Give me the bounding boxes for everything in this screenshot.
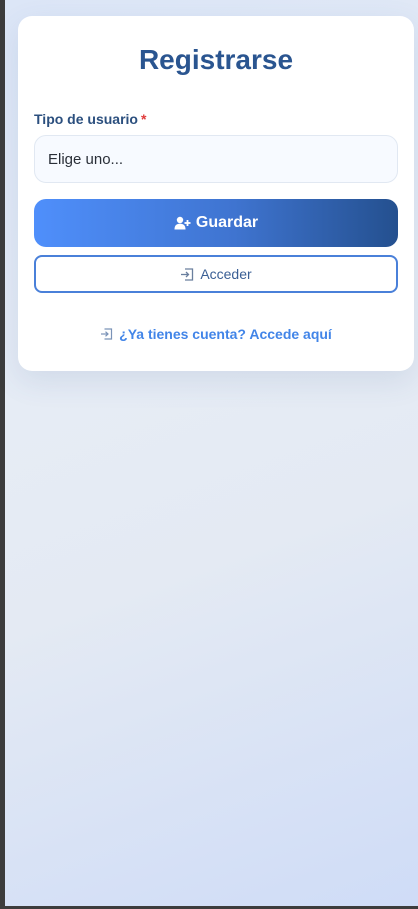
- register-card: Registrarse Tipo de usuario * Elige uno..…: [18, 16, 414, 371]
- save-button-label: Guardar: [195, 214, 259, 231]
- sign-in-icon: [100, 328, 113, 340]
- page-background: Registrarse Tipo de usuario * Elige uno..…: [5, 0, 418, 906]
- login-link-label: ¿Ya tienes cuenta? Accede aquí: [119, 326, 332, 342]
- user-type-select-value: Elige uno...: [48, 150, 124, 168]
- save-button[interactable]: Guardar: [34, 199, 398, 247]
- page-title: Registrarse: [138, 44, 294, 75]
- sign-in-icon: [180, 267, 194, 281]
- user-plus-icon: [174, 216, 191, 230]
- user-type-select[interactable]: Elige uno...: [34, 135, 398, 183]
- login-button-label: Acceder: [200, 266, 252, 282]
- login-link[interactable]: ¿Ya tienes cuenta? Accede aquí: [18, 326, 414, 342]
- login-button[interactable]: Acceder: [34, 255, 398, 293]
- user-type-label: Tipo de usuario *: [34, 111, 146, 127]
- required-marker: *: [140, 111, 147, 127]
- user-type-label-text: Tipo de usuario: [34, 111, 138, 127]
